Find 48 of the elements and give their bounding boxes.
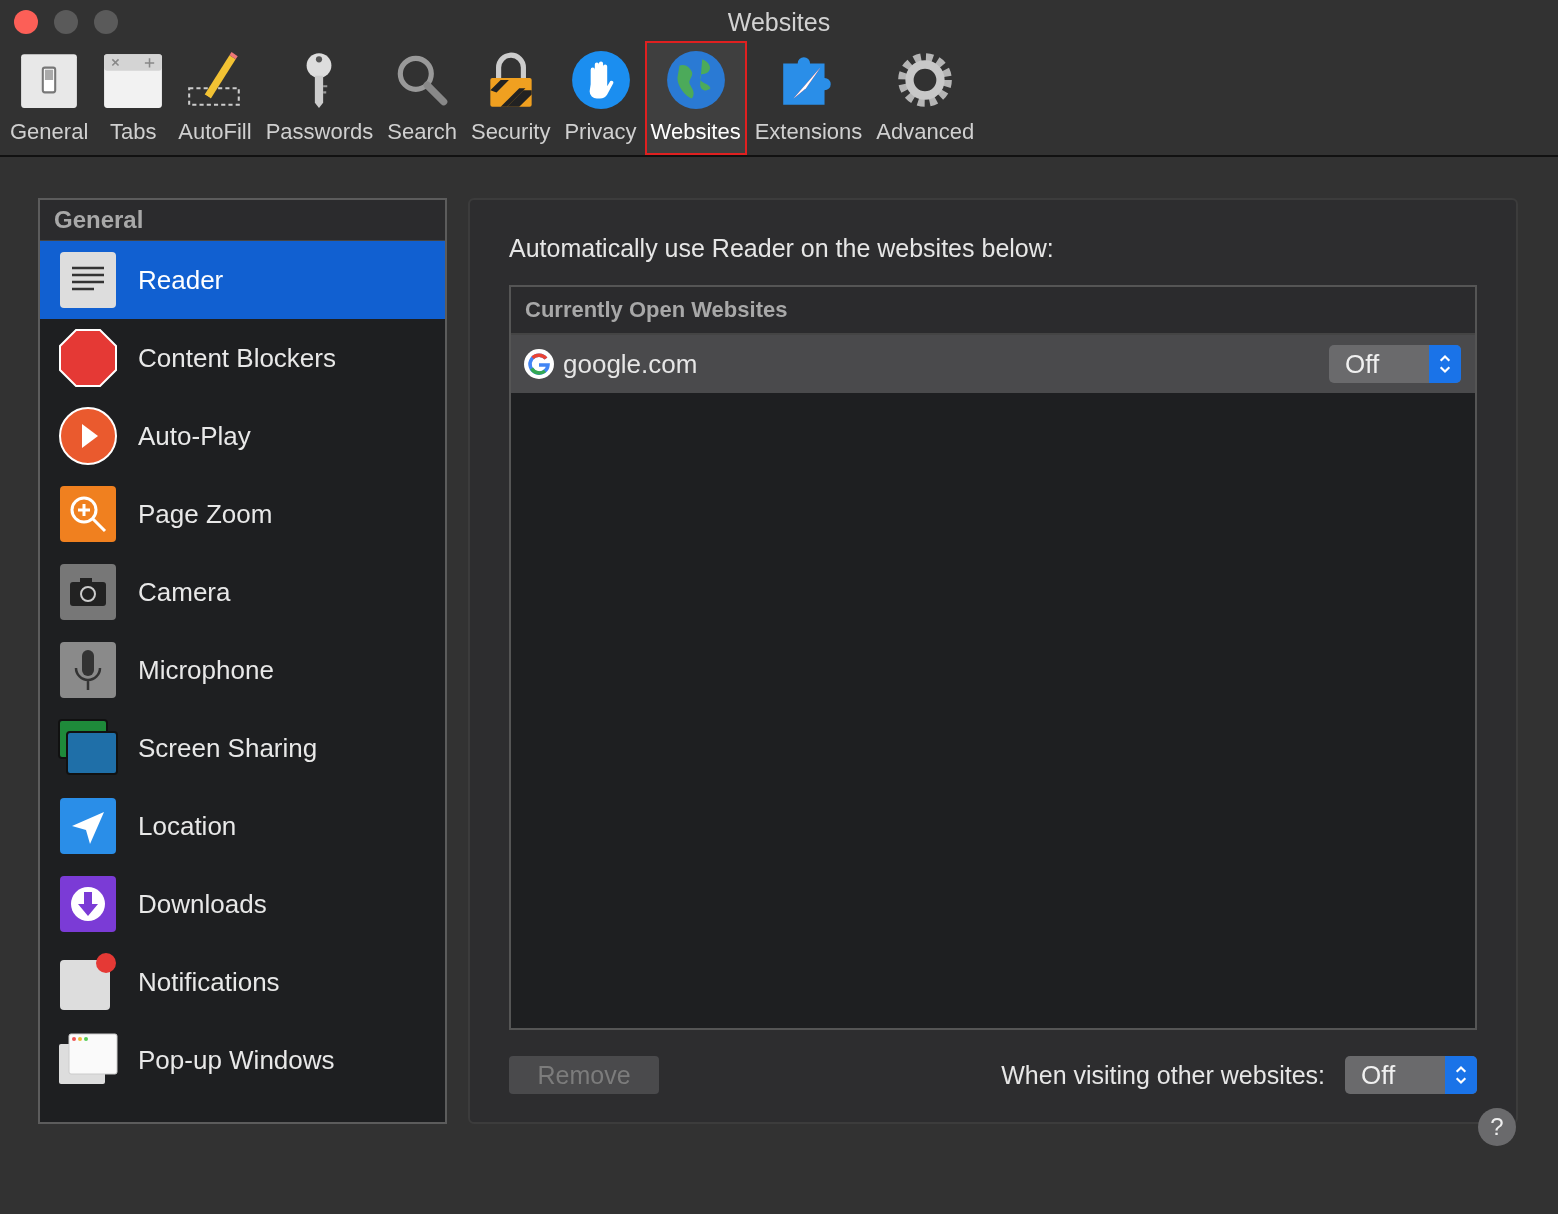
sidebar-item[interactable]: Notifications [40, 943, 445, 1021]
sidebar-item[interactable]: Pop-up Windows [40, 1021, 445, 1099]
sidebar-item[interactable]: Page Zoom [40, 475, 445, 553]
sidebar-item[interactable]: Auto-Play [40, 397, 445, 475]
toolbar-tab[interactable]: General [4, 41, 95, 155]
sidebar-item[interactable]: Microphone [40, 631, 445, 709]
site-name: google.com [563, 348, 699, 380]
other-websites-label: When visiting other websites: [1001, 1060, 1325, 1090]
toolbar-tab[interactable]: AutoFill [172, 41, 258, 155]
play-icon [58, 406, 118, 466]
download-icon [58, 874, 118, 934]
table-header: Currently Open Websites [511, 287, 1475, 335]
window-title: Websites [727, 7, 831, 37]
hand-icon [569, 49, 632, 111]
toolbar-tab[interactable]: Passwords [259, 41, 380, 155]
toolbar-tab[interactable]: Tabs [96, 41, 171, 155]
chevron-icon [1445, 1056, 1477, 1094]
setting-dropdown[interactable]: Off [1329, 345, 1461, 383]
globe-icon [664, 49, 727, 111]
minimize-button[interactable] [54, 10, 78, 34]
lines-icon [58, 250, 118, 310]
help-button[interactable]: ? [1478, 1108, 1516, 1146]
website-row[interactable]: google.com Off [511, 335, 1475, 393]
microphone-icon [58, 640, 118, 700]
panel-heading: Automatically use Reader on the websites below: [509, 234, 1055, 263]
camera-icon [58, 562, 118, 622]
toolbar-tab[interactable]: Security [464, 41, 557, 155]
sidebar-item[interactable]: Camera [40, 553, 445, 631]
sidebar-item[interactable]: Content Blockers [40, 319, 445, 397]
toolbar-tab[interactable]: Advanced [870, 41, 981, 155]
sidebar-item[interactable]: Location [40, 787, 445, 865]
screens-icon [58, 718, 118, 778]
other-websites-dropdown[interactable]: Off [1345, 1056, 1477, 1094]
g-letter-icon [523, 348, 555, 380]
toolbar-tab[interactable]: Privacy [558, 41, 643, 155]
sidebar-item[interactable]: Downloads [40, 865, 445, 943]
sidebar-header: General [40, 200, 445, 241]
toolbar-tab[interactable]: Websites [644, 41, 747, 155]
zoom-button[interactable] [94, 10, 118, 34]
stop-sign-icon [58, 328, 118, 388]
close-button[interactable] [14, 10, 38, 34]
sidebar-item[interactable]: Screen Sharing [40, 709, 445, 787]
toolbar-tab[interactable]: Search [381, 41, 463, 155]
magnifier-icon [58, 484, 118, 544]
chevron-icon [1429, 345, 1461, 383]
toolbar-tab[interactable]: Extensions [748, 41, 869, 155]
sidebar-item[interactable]: Reader [40, 241, 445, 319]
notification-icon [58, 952, 118, 1012]
